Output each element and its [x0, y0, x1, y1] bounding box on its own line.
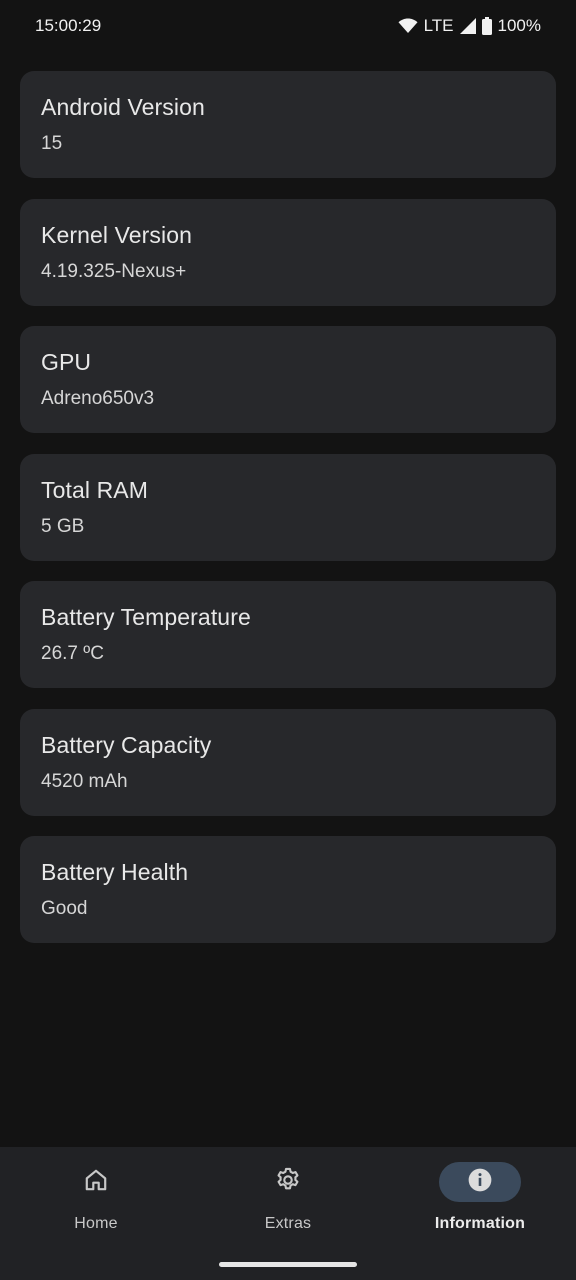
- nav-pill: [55, 1162, 137, 1202]
- status-icons: LTE 100%: [398, 16, 541, 36]
- wifi-icon: [398, 18, 418, 34]
- nav-item-home[interactable]: Home: [0, 1147, 192, 1257]
- card-value: 26.7 ºC: [41, 643, 104, 664]
- info-icon: [467, 1167, 493, 1198]
- status-time: 15:00:29: [35, 16, 102, 35]
- card-kernel-version: Kernel Version 4.19.325-Nexus+: [20, 198, 556, 306]
- card-title: Battery Capacity: [41, 731, 212, 758]
- card-title: GPU: [41, 349, 92, 375]
- card-title: Android Version: [41, 94, 205, 120]
- card-android-version: Android Version 15: [20, 71, 556, 178]
- card-title: Battery Temperature: [41, 604, 251, 630]
- card-value: 15: [41, 133, 63, 154]
- home-icon: [83, 1167, 109, 1198]
- battery-percent: 100%: [497, 16, 541, 35]
- bottom-navigation: Home Extras Information: [0, 1147, 576, 1280]
- card-battery-health: Battery Health Good: [20, 836, 556, 943]
- card-value: 4.19.325-Nexus+: [41, 260, 187, 282]
- nav-label-home: Home: [74, 1215, 118, 1232]
- card-title: Total RAM: [41, 476, 148, 503]
- card-title: Battery Health: [41, 859, 189, 885]
- nav-pill: [247, 1162, 329, 1202]
- gear-icon: [274, 1166, 302, 1199]
- nav-label-extras: Extras: [264, 1215, 312, 1232]
- nav-pill-active: [439, 1162, 521, 1202]
- card-battery-capacity: Battery Capacity 4520 mAh: [20, 708, 556, 816]
- card-value: 4520 mAh: [41, 770, 128, 792]
- cell-signal-icon: [459, 18, 476, 34]
- home-indicator[interactable]: [219, 1262, 357, 1267]
- nav-item-extras[interactable]: Extras: [192, 1147, 384, 1257]
- status-bar: 15:00:29 LTE 100%: [0, 0, 576, 52]
- card-battery-temperature: Battery Temperature 26.7 ºC: [20, 581, 556, 688]
- card-value: Good: [41, 898, 88, 919]
- nav-label-information: Information: [434, 1215, 526, 1232]
- card-value: Adreno650v3: [41, 388, 155, 409]
- card-gpu: GPU Adreno650v3: [20, 326, 556, 433]
- info-card-list: Android Version 15 Kernel Version 4.19.3…: [20, 71, 556, 964]
- card-title: Kernel Version: [41, 221, 192, 248]
- card-value: 5 GB: [41, 515, 85, 537]
- nav-item-information[interactable]: Information: [384, 1147, 576, 1257]
- card-total-ram: Total RAM 5 GB: [20, 453, 556, 561]
- battery-icon: [481, 17, 492, 35]
- network-type: LTE: [423, 16, 454, 35]
